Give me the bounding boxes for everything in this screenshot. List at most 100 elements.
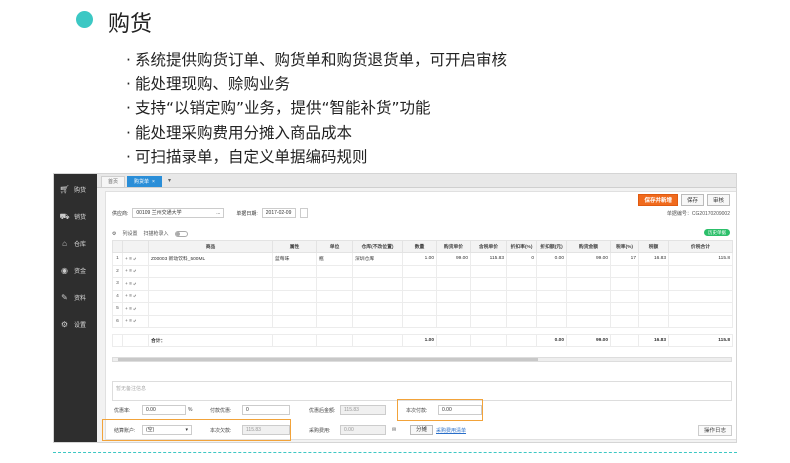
table-row[interactable]: 4 + ≡ ⤶ bbox=[112, 289, 733, 303]
column-header: 含税单价 bbox=[470, 240, 507, 253]
discount-amount-input[interactable]: 0 bbox=[242, 405, 290, 415]
table-row[interactable]: 3 + ≡ ⤶ bbox=[112, 277, 733, 291]
warehouse-icon: ⌂ bbox=[62, 239, 67, 248]
cell-attr[interactable]: 蓝莓味 bbox=[272, 252, 317, 266]
table-row[interactable]: 1 + ≡ ⤶ Z00003 新动饮料_500ML 蓝莓味 瓶 深圳仓库 1.0… bbox=[112, 252, 733, 266]
table-row[interactable]: 2 + ≡ ⤶ bbox=[112, 264, 733, 278]
cell-qty[interactable]: 1.00 bbox=[402, 252, 437, 266]
horizontal-scrollbar[interactable] bbox=[112, 357, 732, 362]
cell-item[interactable]: Z00003 新动饮料_500ML bbox=[148, 252, 273, 266]
sidebar-item-purchase[interactable]: 🛒︎ 购货 bbox=[54, 176, 97, 203]
column-header bbox=[112, 240, 123, 253]
cell-price[interactable]: 99.00 bbox=[436, 252, 471, 266]
feature-item: 系统提供购货订单、购货单和购货退货单，可开启审核 bbox=[126, 48, 507, 72]
sidebar-item-label: 设置 bbox=[74, 323, 87, 329]
row-index: 6 bbox=[112, 314, 123, 328]
column-header: 属性 bbox=[272, 240, 317, 253]
table-total-row: 合计： 1.00 0.00 99.00 16.83 115.8 bbox=[112, 334, 733, 347]
sidebar-item-label: 购货 bbox=[74, 188, 87, 194]
column-header: 折扣额(元) bbox=[536, 240, 567, 253]
slide-title: 购货 bbox=[108, 12, 153, 37]
close-icon[interactable]: × bbox=[152, 179, 155, 185]
cell-tax-price[interactable]: 115.83 bbox=[470, 252, 507, 266]
history-button[interactable]: 历史单据 bbox=[704, 229, 730, 236]
sidebar-item-label: 资料 bbox=[74, 296, 87, 302]
discount-amount-label: 付款优惠: bbox=[210, 408, 232, 414]
more-icon[interactable]: ... bbox=[216, 209, 220, 217]
row-actions[interactable]: + ≡ ⤶ bbox=[122, 289, 149, 303]
column-header: 数量 bbox=[402, 240, 437, 253]
sidebar-item-data[interactable]: ✎ 资料 bbox=[54, 284, 97, 311]
row-index: 2 bbox=[112, 264, 123, 278]
tab-bar: 首页 购货单 × ▾ bbox=[97, 174, 736, 188]
row-index: 1 bbox=[112, 252, 123, 266]
cell-warehouse[interactable]: 深圳仓库 bbox=[352, 252, 403, 266]
sidebar-item-funds[interactable]: ◉ 资金 bbox=[54, 257, 97, 284]
tab-purchase-order[interactable]: 购货单 × bbox=[127, 176, 162, 187]
allocate-button[interactable]: 分摊 bbox=[410, 425, 434, 435]
row-actions[interactable]: + ≡ ⤶ bbox=[122, 252, 149, 266]
fee-list-link[interactable]: 采购费用清单 bbox=[436, 427, 466, 434]
cell-discount-amount[interactable]: 0.00 bbox=[536, 252, 567, 266]
cart-icon: 🛒︎ bbox=[59, 185, 70, 194]
total-amount: 99.00 bbox=[566, 334, 611, 347]
row-index: 4 bbox=[112, 289, 123, 303]
app-screenshot: 🛒︎ 购货 ⛟ 销货 ⌂ 仓库 ◉ 资金 ✎ 资料 ⚙ 设置 首页 购货单 × ▾ 保存并新增… bbox=[53, 173, 737, 443]
purchase-form: 保存并新增 保存 审核 单据编号：CG20170209002 供应商: 0010… bbox=[102, 191, 736, 441]
column-settings-link[interactable]: 列设置 bbox=[122, 230, 137, 237]
cell-amount[interactable]: 99.00 bbox=[566, 252, 611, 266]
column-header: 税率(%) bbox=[610, 240, 639, 253]
feature-item: 能处理采购费用分摊入商品成本 bbox=[126, 121, 507, 145]
scrollbar-thumb[interactable] bbox=[118, 358, 538, 361]
purchase-fee-field: 0.00 bbox=[340, 425, 386, 435]
title-bullet-dot bbox=[76, 11, 93, 28]
sidebar-item-warehouse[interactable]: ⌂ 仓库 bbox=[54, 230, 97, 257]
table-row[interactable]: 6 + ≡ ⤶ bbox=[112, 314, 733, 328]
column-header: 折扣率(%) bbox=[506, 240, 537, 253]
gear-icon[interactable]: ⚙ bbox=[112, 231, 116, 237]
cell-discount-rate[interactable]: 0 bbox=[506, 252, 537, 266]
slide: 购货 系统提供购货订单、购货单和购货退货单，可开启审核 能处理现购、赊购业务 支… bbox=[0, 0, 790, 463]
tab-home[interactable]: 首页 bbox=[101, 176, 126, 187]
row-actions[interactable]: + ≡ ⤶ bbox=[122, 277, 149, 291]
scan-toggle[interactable] bbox=[174, 230, 188, 237]
scan-entry-label: 扫描枪录入 bbox=[143, 231, 169, 237]
chevron-down-icon[interactable]: ▾ bbox=[164, 176, 175, 187]
table-header: 商品 属性 单位 仓库(不改位置) 数量 购货单价 含税单价 折扣率(%) 折扣… bbox=[112, 240, 733, 253]
sidebar-item-settings[interactable]: ⚙ 设置 bbox=[54, 311, 97, 338]
cell-unit[interactable]: 瓶 bbox=[316, 252, 353, 266]
bottom-divider bbox=[53, 452, 737, 453]
percent-label: % bbox=[188, 407, 193, 413]
column-header bbox=[122, 240, 149, 253]
row-actions[interactable]: + ≡ ⤶ bbox=[122, 302, 149, 316]
remark-field[interactable]: 暂无备注信息 bbox=[112, 381, 732, 401]
tab-label: 购货单 bbox=[134, 179, 150, 185]
audit-button[interactable]: 审核 bbox=[706, 194, 730, 206]
cell-tax-rate[interactable]: 17 bbox=[610, 252, 639, 266]
header-fields: 供应商: 00109 兰州交通大学... 单据日期: 2017-02-09 bbox=[112, 208, 308, 218]
cell-tax[interactable]: 16.83 bbox=[638, 252, 669, 266]
column-header: 仓库(不改位置) bbox=[352, 240, 403, 253]
after-discount-label: 优惠后金额: bbox=[309, 408, 336, 414]
doc-number: 单据编号：CG20170209002 bbox=[666, 211, 730, 217]
feature-item: 能处理现购、赊购业务 bbox=[126, 72, 507, 96]
fee-detail-icon[interactable]: ✉ bbox=[392, 427, 396, 433]
operation-log-button[interactable]: 操作日志 bbox=[697, 425, 732, 436]
discount-rate-input[interactable]: 0.00 bbox=[142, 405, 186, 415]
items-table: 商品 属性 单位 仓库(不改位置) 数量 购货单价 含税单价 折扣率(%) 折扣… bbox=[112, 240, 733, 347]
date-input[interactable]: 2017-02-09 bbox=[261, 208, 296, 218]
save-button[interactable]: 保存 bbox=[680, 194, 704, 206]
sidebar-item-label: 资金 bbox=[74, 269, 87, 275]
feature-list: 系统提供购货订单、购货单和购货退货单，可开启审核 能处理现购、赊购业务 支持“以… bbox=[126, 48, 507, 169]
cell-total[interactable]: 115.8 bbox=[668, 252, 733, 266]
calendar-icon[interactable] bbox=[299, 208, 308, 218]
save-new-button[interactable]: 保存并新增 bbox=[638, 194, 678, 206]
total-tax: 16.83 bbox=[638, 334, 669, 347]
supplier-input[interactable]: 00109 兰州交通大学... bbox=[132, 208, 225, 218]
row-actions[interactable]: + ≡ ⤶ bbox=[122, 314, 149, 328]
sidebar-item-sales[interactable]: ⛟ 销货 bbox=[54, 203, 97, 230]
main-area: 首页 购货单 × ▾ 保存并新增 保存 审核 单据编号：CG20170209002… bbox=[97, 174, 736, 442]
toolbar: 保存并新增 保存 审核 bbox=[638, 194, 730, 206]
table-row[interactable]: 5 + ≡ ⤶ bbox=[112, 302, 733, 316]
row-actions[interactable]: + ≡ ⤶ bbox=[122, 264, 149, 278]
